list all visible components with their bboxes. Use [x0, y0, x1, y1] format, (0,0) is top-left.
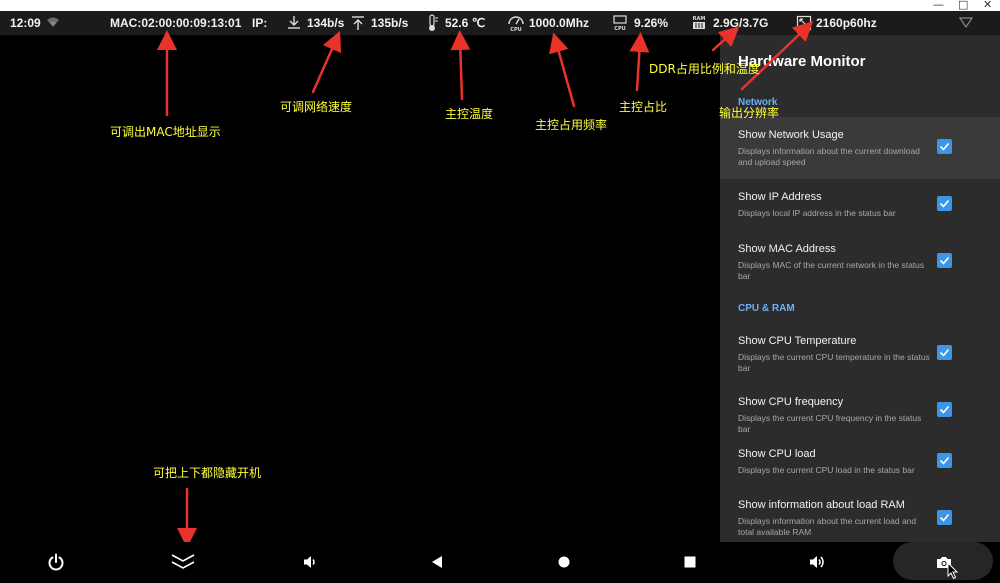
- setting-title: Show information about load RAM: [738, 499, 905, 511]
- download-arrow-icon: [287, 14, 301, 35]
- triangle-down-icon[interactable]: [958, 17, 974, 31]
- setting-network-usage[interactable]: Show Network Usage Displays information …: [720, 117, 1000, 179]
- checkbox-ip-address[interactable]: [937, 196, 952, 211]
- wifi-icon: [46, 16, 60, 31]
- setting-ip-address[interactable]: Show IP Address Displays local IP addres…: [720, 179, 1000, 233]
- mouse-cursor: [947, 561, 959, 583]
- cpu-load-icon: CPU: [612, 14, 628, 35]
- setting-description: Displays the current CPU load in the sta…: [738, 465, 915, 475]
- annotation-hide: 可把上下都隐藏开机: [153, 466, 262, 480]
- screen-content: [0, 35, 720, 542]
- cpu-frequency: 1000.0Mhz: [529, 16, 590, 30]
- upload-speed: 135b/s: [371, 16, 409, 30]
- upload-arrow-icon: [351, 14, 365, 35]
- ip-label: IP:: [252, 16, 268, 30]
- volume-up-icon[interactable]: [804, 550, 830, 574]
- setting-description: Displays the current CPU frequency in th…: [738, 413, 922, 434]
- setting-title: Show IP Address: [738, 191, 822, 203]
- setting-description: Displays information about the current l…: [738, 516, 917, 537]
- setting-title: Show MAC Address: [738, 243, 836, 255]
- setting-description: Displays information about the current d…: [738, 146, 920, 167]
- cpu-icon: CPU: [507, 14, 525, 35]
- svg-text:CPU: CPU: [510, 27, 521, 32]
- window-titlebar: — □ ✕: [0, 0, 1000, 11]
- setting-cpu-temperature[interactable]: Show CPU Temperature Displays the curren…: [720, 325, 1000, 387]
- svg-text:RAM: RAM: [693, 16, 706, 22]
- setting-cpu-load[interactable]: Show CPU load Displays the current CPU l…: [720, 439, 1000, 491]
- double-chevron-down-icon[interactable]: [170, 550, 196, 574]
- setting-title: Show Network Usage: [738, 129, 844, 141]
- resolution-icon: [796, 14, 812, 35]
- annotation-temperature: 主控温度: [445, 107, 494, 121]
- section-cpu-ram: CPU & RAM: [738, 303, 795, 314]
- checkbox-cpu-frequency[interactable]: [937, 402, 952, 417]
- setting-cpu-frequency[interactable]: Show CPU frequency Displays the current …: [720, 387, 1000, 439]
- checkbox-cpu-temperature[interactable]: [937, 345, 952, 360]
- setting-description: Displays the current CPU temperature in …: [738, 352, 930, 373]
- svg-text:CPU: CPU: [614, 26, 625, 32]
- ram-usage: 2.9G/3.7G: [713, 16, 769, 30]
- setting-title: Show CPU Temperature: [738, 335, 857, 347]
- annotation-network: 可调网络速度: [280, 100, 353, 114]
- home-icon[interactable]: [551, 550, 577, 574]
- recents-icon[interactable]: [677, 550, 703, 574]
- clock: 12:09: [10, 16, 41, 30]
- back-icon[interactable]: [424, 550, 450, 574]
- setting-title: Show CPU frequency: [738, 396, 844, 408]
- thermometer-icon: [425, 14, 439, 35]
- checkbox-cpu-load[interactable]: [937, 453, 952, 468]
- checkbox-network-usage[interactable]: [937, 139, 952, 154]
- checkbox-load-ram[interactable]: [937, 510, 952, 525]
- download-speed: 134b/s: [307, 16, 345, 30]
- setting-load-ram[interactable]: Show information about load RAM Displays…: [720, 491, 1000, 542]
- setting-mac-address[interactable]: Show MAC Address Displays MAC of the cur…: [720, 233, 1000, 293]
- mac-address: MAC:02:00:00:09:13:01: [110, 16, 242, 30]
- navigation-bar: [0, 542, 1000, 583]
- output-resolution: 2160p60hz: [816, 16, 877, 30]
- setting-description: Displays MAC of the current network in t…: [738, 260, 925, 281]
- annotation-frequency: 主控占用频率: [535, 118, 608, 132]
- volume-down-icon[interactable]: [297, 550, 323, 574]
- annotation-mac: 可调出MAC地址显示: [110, 125, 221, 139]
- cpu-load: 9.26%: [634, 16, 669, 30]
- annotation-ddr: DDR占用比例和温度: [649, 62, 760, 76]
- status-bar: 12:09 MAC:02:00:00:09:13:01 IP: 134b/s 1…: [0, 11, 1000, 35]
- cpu-temperature: 52.6 ℃: [445, 16, 486, 30]
- annotation-resolution: 输出分辨率: [719, 106, 780, 120]
- annotation-load: 主控占比: [619, 100, 668, 114]
- setting-title: Show CPU load: [738, 448, 816, 460]
- ram-icon: RAM: [691, 14, 707, 35]
- setting-description: Displays local IP address in the status …: [738, 208, 896, 218]
- power-icon[interactable]: [43, 550, 69, 574]
- checkbox-mac-address[interactable]: [937, 253, 952, 268]
